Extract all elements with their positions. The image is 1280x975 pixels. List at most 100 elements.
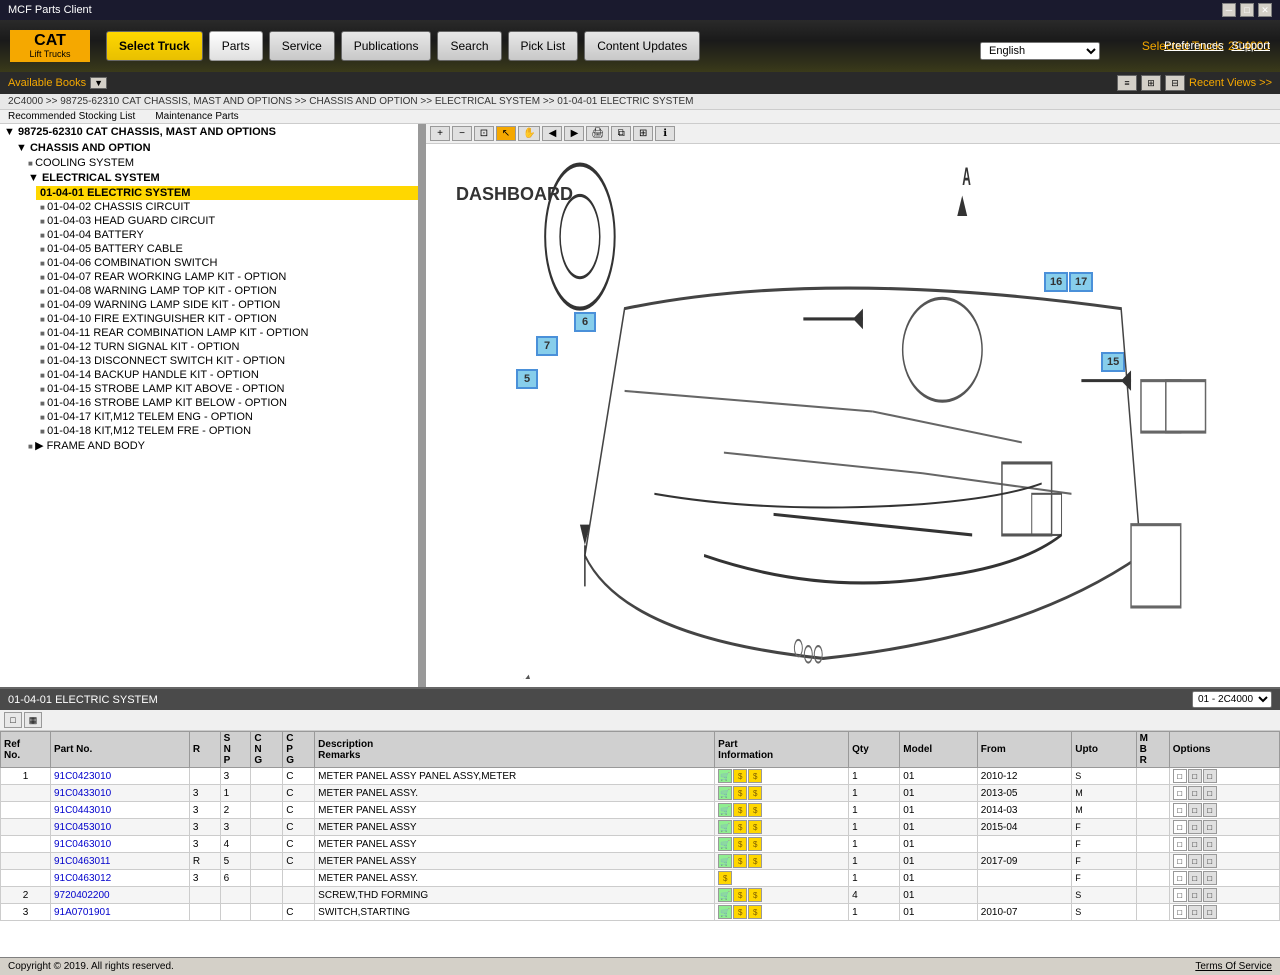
dollar-icon-1[interactable]: $: [733, 769, 747, 783]
option-icon-2[interactable]: □: [1188, 905, 1202, 919]
terms-link[interactable]: Terms Of Service: [1195, 961, 1272, 972]
option-icon-3[interactable]: □: [1203, 769, 1217, 783]
parts-button[interactable]: Parts: [209, 31, 263, 61]
tree-item-8[interactable]: 01-04-10 FIRE EXTINGUISHER KIT - OPTION: [36, 312, 418, 326]
table-row[interactable]: 1 91C0423010 3 C METER PANEL ASSY PANEL …: [1, 768, 1280, 785]
option-icon-2[interactable]: □: [1188, 803, 1202, 817]
next-button[interactable]: ▶: [564, 126, 584, 141]
dollar-icon-1[interactable]: $: [733, 854, 747, 868]
cell-partno[interactable]: 9720402200: [50, 887, 189, 904]
option-icon-2[interactable]: □: [1188, 854, 1202, 868]
option-icon-1[interactable]: □: [1173, 786, 1187, 800]
dollar-icon-1[interactable]: $: [718, 871, 732, 885]
cell-partno[interactable]: 91C0463012: [50, 870, 189, 887]
option-icon-2[interactable]: □: [1188, 786, 1202, 800]
option-icon-1[interactable]: □: [1173, 905, 1187, 919]
view-icon-grid[interactable]: ⊞: [1141, 75, 1161, 91]
tree-item-4[interactable]: 01-04-06 COMBINATION SWITCH: [36, 256, 418, 270]
cart-icon[interactable]: 🛒: [718, 803, 732, 817]
cart-icon[interactable]: 🛒: [718, 888, 732, 902]
publications-button[interactable]: Publications: [341, 31, 432, 61]
option-icon-1[interactable]: □: [1173, 888, 1187, 902]
dollar-icon-1[interactable]: $: [733, 837, 747, 851]
dollar-icon-2[interactable]: $: [748, 786, 762, 800]
table-row[interactable]: 2 9720402200 SCREW,THD FORMING 🛒$$ 4 01 …: [1, 887, 1280, 904]
frame-body-item[interactable]: ▶ FRAME AND BODY: [24, 438, 418, 453]
recent-views-label[interactable]: Recent Views >>: [1189, 77, 1272, 89]
toolbar-btn-1[interactable]: □: [4, 712, 22, 728]
dollar-icon-1[interactable]: $: [733, 905, 747, 919]
option-icon-1[interactable]: □: [1173, 820, 1187, 834]
cell-partno[interactable]: 91C0423010: [50, 768, 189, 785]
cell-partno[interactable]: 91C0433010: [50, 785, 189, 802]
cell-partno[interactable]: 91A0701901: [50, 904, 189, 921]
available-books-dropdown[interactable]: ▼: [90, 77, 107, 89]
dollar-icon-2[interactable]: $: [748, 837, 762, 851]
print-button[interactable]: 🖨: [586, 126, 609, 141]
tree-item-14[interactable]: 01-04-16 STROBE LAMP KIT BELOW - OPTION: [36, 396, 418, 410]
cell-partno[interactable]: 91C0463010: [50, 836, 189, 853]
table-row[interactable]: 91C0463011 R 5 C METER PANEL ASSY 🛒$$ 1 …: [1, 853, 1280, 870]
tree-item-0[interactable]: 01-04-02 CHASSIS CIRCUIT: [36, 200, 418, 214]
option-icon-2[interactable]: □: [1188, 888, 1202, 902]
cart-icon[interactable]: 🛒: [718, 905, 732, 919]
close-button[interactable]: ✕: [1258, 3, 1272, 17]
option-icon-3[interactable]: □: [1203, 803, 1217, 817]
option-icon-3[interactable]: □: [1203, 888, 1217, 902]
language-select[interactable]: English: [980, 42, 1100, 60]
dollar-icon-1[interactable]: $: [733, 786, 747, 800]
tree-item-2[interactable]: 01-04-04 BATTERY: [36, 228, 418, 242]
table-row[interactable]: 91C0463012 3 6 METER PANEL ASSY. $ 1 01 …: [1, 870, 1280, 887]
info-button[interactable]: ℹ: [655, 126, 675, 141]
option-icon-3[interactable]: □: [1203, 854, 1217, 868]
zoom-in-button[interactable]: +: [430, 126, 450, 141]
dollar-icon-2[interactable]: $: [748, 888, 762, 902]
option-icon-1[interactable]: □: [1173, 854, 1187, 868]
pick-list-button[interactable]: Pick List: [508, 31, 579, 61]
dollar-icon-2[interactable]: $: [748, 905, 762, 919]
toolbar-btn-2[interactable]: ▦: [24, 712, 42, 728]
chassis-group[interactable]: ▼ CHASSIS AND OPTION: [12, 140, 418, 156]
select-truck-button[interactable]: Select Truck: [106, 31, 203, 61]
tree-item-11[interactable]: 01-04-13 DISCONNECT SWITCH KIT - OPTION: [36, 354, 418, 368]
option-icon-3[interactable]: □: [1203, 871, 1217, 885]
option-icon-2[interactable]: □: [1188, 871, 1202, 885]
truck-select[interactable]: 01 - 2C4000: [1192, 691, 1272, 708]
dollar-icon-1[interactable]: $: [733, 820, 747, 834]
cart-icon[interactable]: 🛒: [718, 854, 732, 868]
tree-item-12[interactable]: 01-04-14 BACKUP HANDLE KIT - OPTION: [36, 368, 418, 382]
table-row[interactable]: 91C0433010 3 1 C METER PANEL ASSY. 🛒$$ 1…: [1, 785, 1280, 802]
option-icon-1[interactable]: □: [1173, 871, 1187, 885]
pan-button[interactable]: ✋: [518, 126, 540, 141]
cursor-button[interactable]: ↖: [496, 126, 516, 141]
tree-item-5[interactable]: 01-04-07 REAR WORKING LAMP KIT - OPTION: [36, 270, 418, 284]
cart-icon[interactable]: 🛒: [718, 820, 732, 834]
view-icon-other[interactable]: ⊟: [1165, 75, 1185, 91]
fit-button[interactable]: ⊡: [474, 126, 494, 141]
copy-button[interactable]: ⧉: [611, 126, 631, 141]
tree-item-10[interactable]: 01-04-12 TURN SIGNAL KIT - OPTION: [36, 340, 418, 354]
table-row[interactable]: 91C0453010 3 3 C METER PANEL ASSY 🛒$$ 1 …: [1, 819, 1280, 836]
tree-item-16[interactable]: 01-04-18 KIT,M12 TELEM FRE - OPTION: [36, 424, 418, 438]
option-icon-3[interactable]: □: [1203, 786, 1217, 800]
view-icon-list[interactable]: ≡: [1117, 75, 1137, 91]
tree-item-13[interactable]: 01-04-15 STROBE LAMP KIT ABOVE - OPTION: [36, 382, 418, 396]
dollar-icon-1[interactable]: $: [733, 888, 747, 902]
dollar-icon-1[interactable]: $: [733, 803, 747, 817]
option-icon-1[interactable]: □: [1173, 769, 1187, 783]
dollar-icon-2[interactable]: $: [748, 820, 762, 834]
preferences-link[interactable]: Preferences: [1164, 40, 1223, 52]
tree-item-6[interactable]: 01-04-08 WARNING LAMP TOP KIT - OPTION: [36, 284, 418, 298]
dollar-icon-2[interactable]: $: [748, 803, 762, 817]
active-tree-item[interactable]: 01-04-01 ELECTRIC SYSTEM: [36, 186, 418, 200]
tree-item-15[interactable]: 01-04-17 KIT,M12 TELEM ENG - OPTION: [36, 410, 418, 424]
cell-partno[interactable]: 91C0453010: [50, 819, 189, 836]
service-button[interactable]: Service: [269, 31, 335, 61]
prev-button[interactable]: ◀: [542, 126, 562, 141]
option-icon-2[interactable]: □: [1188, 820, 1202, 834]
table-row[interactable]: 3 91A0701901 C SWITCH,STARTING 🛒$$ 1 01 …: [1, 904, 1280, 921]
minimize-button[interactable]: ─: [1222, 3, 1236, 17]
support-link[interactable]: Support: [1231, 40, 1270, 52]
tree-item-3[interactable]: 01-04-05 BATTERY CABLE: [36, 242, 418, 256]
option-icon-2[interactable]: □: [1188, 769, 1202, 783]
